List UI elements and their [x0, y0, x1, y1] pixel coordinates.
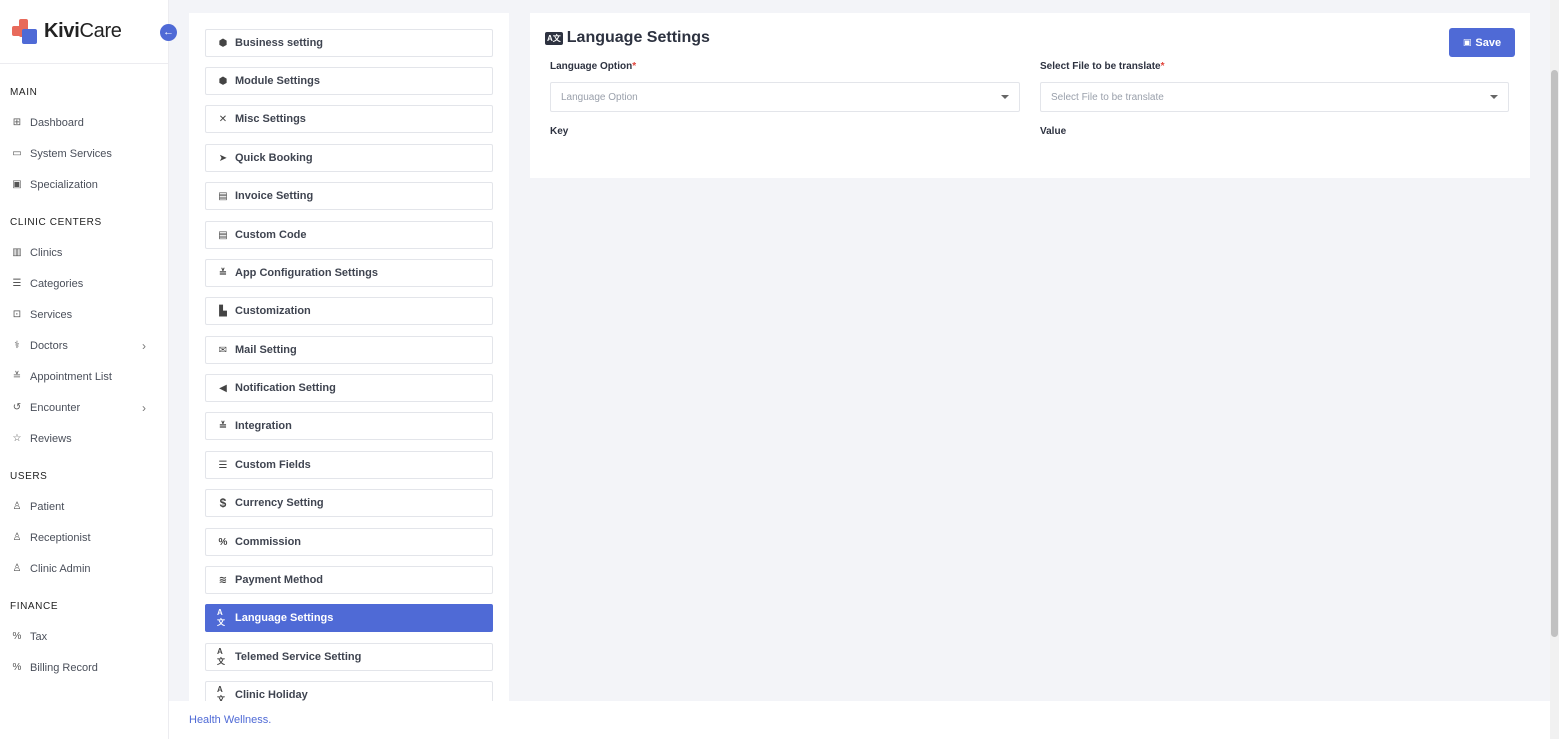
star-icon: ☆: [12, 433, 22, 444]
menu-item-custom-code[interactable]: ▤ Custom Code: [205, 221, 493, 249]
menu-item-payment-method[interactable]: ≋ Payment Method: [205, 566, 493, 594]
scrollbar-thumb[interactable]: [1551, 70, 1558, 637]
monitor-icon: ▭: [12, 148, 22, 159]
nav-section-users: USERS: [10, 470, 48, 482]
menu-item-misc-settings[interactable]: ✕ Misc Settings: [205, 105, 493, 133]
language-settings-panel: A文 Language Settings ▣ Save Language Opt…: [530, 13, 1530, 178]
menu-item-commission[interactable]: % Commission: [205, 528, 493, 556]
menu-item-business-setting[interactable]: ⬢ Business setting: [205, 29, 493, 57]
sidebar-item-tax[interactable]: % Tax: [0, 621, 168, 652]
nav-section-clinic-centers: CLINIC CENTERS: [10, 216, 102, 228]
sidebar: KiviCare ← MAIN ⊞ Dashboard ▭ System Servi…: [0, 0, 177, 739]
language-option-label: Language Option*: [550, 61, 637, 72]
percent-icon: %: [218, 536, 228, 548]
collapse-sidebar-button[interactable]: ←: [160, 24, 177, 41]
sidebar-item-encounter[interactable]: ↺ Encounter ›: [0, 392, 168, 423]
sidebar-item-system-services[interactable]: ▭ System Services: [0, 138, 168, 169]
nav-section-finance: FINANCE: [10, 600, 59, 612]
stethoscope-icon: ⚕: [14, 340, 20, 351]
sidebar-item-appointment-list[interactable]: ≚ Appointment List: [0, 361, 168, 392]
settings-menu: ⬢ Business setting ⬢ Module Settings ✕ Misc…: [189, 13, 509, 703]
megaphone-icon: ◀: [219, 382, 227, 394]
dollar-icon: $: [219, 496, 227, 510]
file-select-label: Select File to be translate*: [1040, 61, 1165, 72]
chevron-right-icon: ›: [142, 400, 146, 415]
language-icon: A文: [545, 31, 563, 45]
sidebar-item-reviews[interactable]: ☆ Reviews: [0, 423, 168, 454]
sliders-icon: ≚: [218, 267, 228, 279]
save-button[interactable]: ▣ Save: [1449, 28, 1515, 57]
grid-icon: ⊞: [12, 117, 22, 128]
percent-icon: %: [12, 631, 22, 642]
menu-item-integration[interactable]: ≚ Integration: [205, 412, 493, 440]
menu-item-language-settings[interactable]: A文 Language Settings: [205, 604, 493, 632]
tools-icon: ✕: [218, 113, 228, 125]
logo[interactable]: KiviCare ←: [0, 0, 177, 64]
history-icon: ↺: [12, 402, 22, 413]
sidebar-item-categories[interactable]: ☰ Categories: [0, 268, 168, 299]
sliders-icon: ≚: [12, 371, 22, 382]
save-icon: ▣: [1462, 37, 1472, 47]
nav-section-main: MAIN: [10, 86, 38, 98]
menu-item-telemed-service-setting[interactable]: A文 Telemed Service Setting: [205, 643, 493, 671]
value-column-header: Value: [1040, 126, 1067, 137]
sidebar-item-clinics[interactable]: ▥ Clinics: [0, 237, 168, 268]
language-icon: A文: [217, 647, 225, 666]
menu-item-clinic-holiday[interactable]: A文 Clinic Holiday: [205, 681, 493, 703]
menu-item-app-configuration-settings[interactable]: ≚ App Configuration Settings: [205, 259, 493, 287]
palette-icon: ▙: [219, 305, 227, 317]
kivicare-logo-icon: [12, 18, 38, 45]
code-file-icon: ▤: [218, 229, 228, 241]
caret-down-icon: [1490, 95, 1498, 99]
file-icon: ▤: [218, 190, 228, 202]
sidebar-item-services[interactable]: ⊡ Services: [0, 299, 168, 330]
sidebar-item-dashboard[interactable]: ⊞ Dashboard: [0, 107, 168, 138]
medical-kit-icon: ⊡: [12, 309, 22, 320]
menu-item-quick-booking[interactable]: ➤ Quick Booking: [205, 144, 493, 172]
file-select[interactable]: Select File to be translate: [1040, 82, 1509, 112]
page-scrollbar[interactable]: [1550, 0, 1559, 739]
menu-item-customization[interactable]: ▙ Customization: [205, 297, 493, 325]
envelope-icon: ✉: [218, 344, 228, 356]
footer-link[interactable]: Health Wellness.: [189, 714, 271, 726]
arrow-left-icon: ←: [163, 26, 174, 38]
sidebar-item-doctors[interactable]: ⚕ Doctors ›: [0, 330, 168, 361]
page-title: A文 Language Settings: [545, 29, 710, 46]
sidebar-item-receptionist[interactable]: ♙ Receptionist: [0, 522, 168, 553]
menu-item-module-settings[interactable]: ⬢ Module Settings: [205, 67, 493, 95]
menu-item-custom-fields[interactable]: ☰ Custom Fields: [205, 451, 493, 479]
paper-plane-icon: ➤: [218, 152, 228, 164]
user-icon: ♙: [12, 501, 22, 512]
logo-text: KiviCare: [44, 20, 122, 42]
menu-item-notification-setting[interactable]: ◀ Notification Setting: [205, 374, 493, 402]
sidebar-item-billing-record[interactable]: % Billing Record: [0, 652, 168, 683]
sidebar-item-patient[interactable]: ♙ Patient: [0, 491, 168, 522]
caret-down-icon: [1001, 95, 1009, 99]
menu-item-mail-setting[interactable]: ✉ Mail Setting: [205, 336, 493, 364]
cube-icon: ⬢: [218, 37, 228, 49]
bars-icon: ☰: [218, 459, 228, 471]
language-icon: A文: [217, 608, 225, 627]
cube-icon: ⬢: [218, 75, 228, 87]
sliders-icon: ≚: [218, 420, 228, 432]
sidebar-item-clinic-admin[interactable]: ♙ Clinic Admin: [0, 553, 168, 584]
user-icon: ♙: [12, 563, 22, 574]
user-icon: ♙: [12, 532, 22, 543]
building-icon: ▥: [12, 247, 22, 258]
menu-item-invoice-setting[interactable]: ▤ Invoice Setting: [205, 182, 493, 210]
sidebar-item-specialization[interactable]: ▣ Specialization: [0, 169, 168, 200]
list-icon: ☰: [12, 278, 22, 289]
chevron-right-icon: ›: [142, 338, 146, 353]
key-column-header: Key: [550, 126, 569, 137]
menu-item-currency-setting[interactable]: $ Currency Setting: [205, 489, 493, 517]
coins-icon: ≋: [218, 574, 228, 586]
percent-icon: %: [12, 662, 22, 673]
footer: Health Wellness.: [169, 701, 1550, 739]
language-option-select[interactable]: Language Option: [550, 82, 1020, 112]
clipboard-icon: ▣: [12, 179, 22, 190]
